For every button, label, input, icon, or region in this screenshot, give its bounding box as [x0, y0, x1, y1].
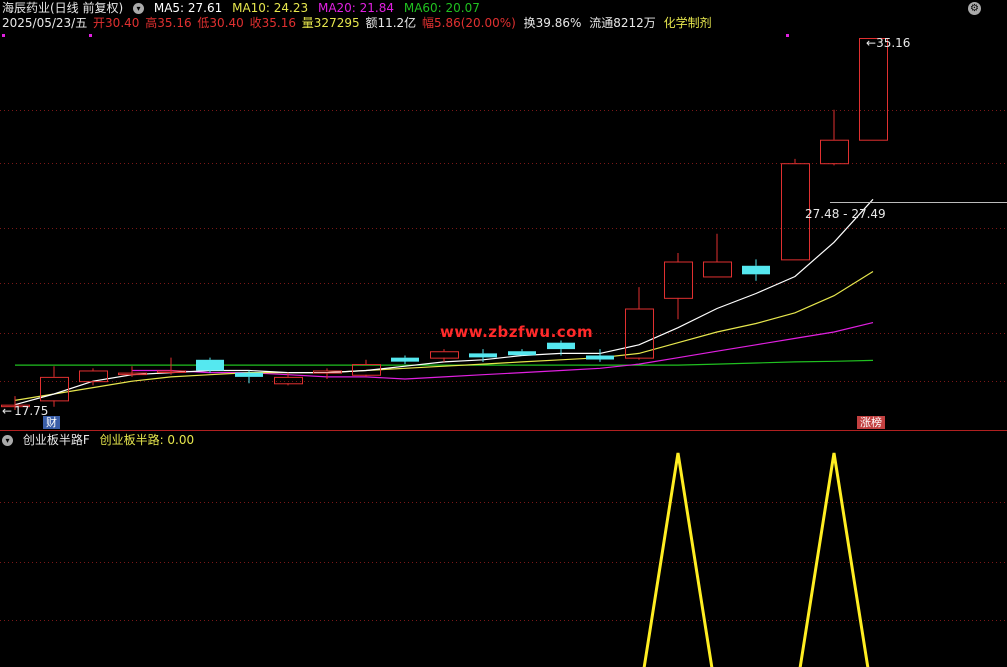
float-shares-label: 流通8212万	[589, 16, 656, 30]
candle	[79, 368, 108, 386]
candle-body	[40, 376, 69, 402]
candle	[820, 109, 849, 166]
candle-body	[742, 265, 770, 275]
indicator-series-line	[642, 452, 870, 667]
header-row-2: 2025/05/23/五 开30.40 高35.16 低30.40 收35.16…	[2, 16, 718, 30]
candle	[391, 355, 419, 365]
stock-name[interactable]: 海辰药业(日线 前复权)	[2, 1, 123, 15]
candle	[625, 287, 654, 360]
candle-body	[703, 261, 732, 278]
candle	[118, 366, 147, 377]
candle-body	[859, 38, 888, 141]
candle-body	[430, 351, 459, 359]
high-label: 高35.16	[145, 16, 192, 30]
candle	[703, 233, 732, 278]
turnover-label: 换39.86%	[523, 16, 582, 30]
marker-dot	[786, 34, 789, 37]
settings-icon[interactable]: ⚙	[968, 2, 981, 15]
marker-dot	[89, 34, 92, 37]
finance-tag[interactable]: 财	[43, 416, 60, 429]
indicator-name[interactable]: 创业板半路F	[23, 433, 90, 447]
header-row-1: 海辰药业(日线 前复权) ▾ MA5: 27.61 MA10: 24.23 MA…	[2, 1, 486, 15]
limit-up-tag[interactable]: 涨榜	[857, 416, 885, 429]
ma5-line	[14, 198, 874, 406]
candle-body	[820, 139, 849, 165]
candle-body	[196, 359, 224, 371]
high-price-label: ←35.16	[866, 36, 911, 50]
candle	[430, 349, 459, 362]
candle	[40, 366, 69, 407]
volume-label: 量327295	[301, 16, 360, 30]
candle-body	[469, 353, 497, 358]
ma60-label: MA60: 20.07	[403, 1, 480, 15]
ma10-label: MA10: 24.23	[232, 1, 309, 15]
indicator-header: ▾ 创业板半路F 创业板半路: 0.00	[2, 433, 200, 447]
watermark: www.zbzfwu.com	[440, 323, 594, 341]
chevron-down-icon[interactable]: ▾	[2, 435, 13, 446]
crosshair-price-label: 27.48 - 27.49	[805, 207, 886, 221]
candle-body	[235, 372, 263, 377]
candle	[664, 252, 693, 320]
ma5-label: MA5: 27.61	[153, 1, 223, 15]
ma20-label: MA20: 21.84	[317, 1, 395, 15]
marker-dot	[2, 34, 5, 37]
candle	[196, 357, 224, 373]
candlesticks	[1, 38, 888, 410]
chevron-down-icon[interactable]: ▾	[133, 3, 145, 14]
candle	[157, 357, 186, 375]
open-label: 开30.40	[93, 16, 140, 30]
change-label: 幅5.86(20.00%)	[422, 16, 516, 30]
candle-body	[508, 351, 536, 356]
candle	[859, 38, 888, 141]
amount-label: 额11.2亿	[365, 16, 417, 30]
indicator-line	[642, 452, 870, 667]
date-label: 2025/05/23/五	[2, 16, 88, 30]
candle-body	[274, 376, 303, 385]
candle-body	[391, 357, 419, 362]
candle	[742, 259, 770, 281]
close-label: 收35.16	[249, 16, 296, 30]
candle-body	[664, 261, 693, 299]
candle	[508, 349, 536, 356]
candle-body	[586, 355, 614, 360]
indicator-value: 创业板半路: 0.00	[99, 433, 195, 447]
candle	[352, 359, 381, 377]
candle-body	[547, 342, 575, 350]
moving-average-lines	[14, 198, 874, 406]
low-label: 低30.40	[197, 16, 244, 30]
industry-label[interactable]: 化学制剂	[664, 16, 712, 30]
